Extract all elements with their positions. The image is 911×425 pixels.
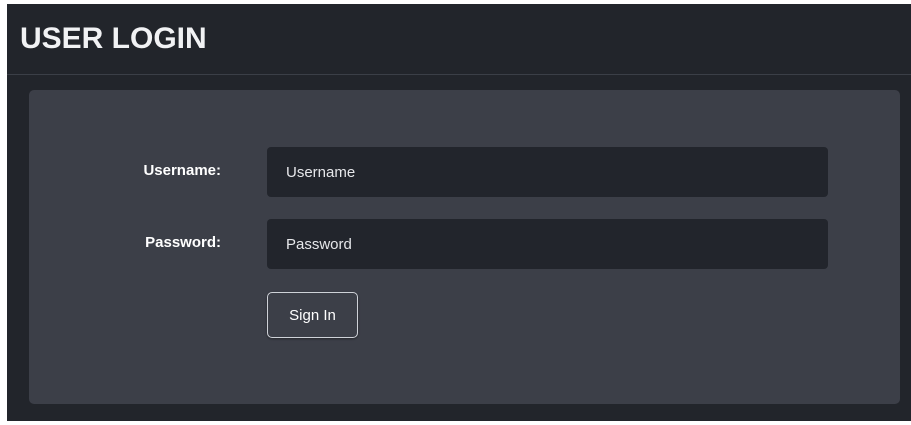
page-title: USER LOGIN — [20, 22, 207, 55]
username-label: Username: — [143, 162, 221, 179]
login-page: USER LOGIN Username: Password: Sign In — [7, 4, 911, 421]
password-input[interactable] — [267, 219, 828, 269]
login-form-panel: Username: Password: Sign In — [29, 90, 900, 404]
password-label: Password: — [145, 234, 221, 251]
username-input[interactable] — [267, 147, 828, 197]
header-bar: USER LOGIN — [7, 4, 911, 75]
sign-in-button[interactable]: Sign In — [267, 292, 358, 338]
